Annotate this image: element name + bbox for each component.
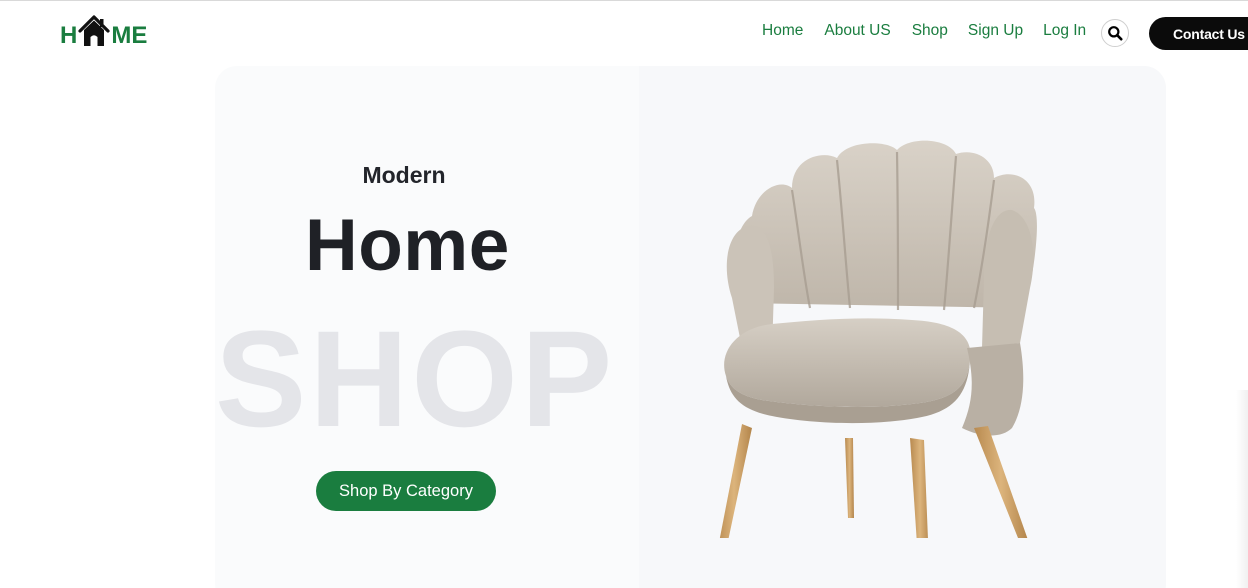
nav-log-in[interactable]: Log In xyxy=(1043,22,1086,40)
shop-by-category-button[interactable]: Shop By Category xyxy=(316,471,496,511)
hero-eyebrow: Modern xyxy=(362,162,446,188)
nav-sign-up[interactable]: Sign Up xyxy=(968,22,1023,40)
main-nav: Home About US Shop Sign Up Log In xyxy=(762,22,1086,40)
nav-shop[interactable]: Shop xyxy=(912,22,948,40)
contact-us-button[interactable]: Contact Us xyxy=(1149,17,1248,50)
site-logo[interactable]: H ME xyxy=(60,12,147,48)
page-edge-shadow xyxy=(1236,390,1248,588)
logo-right-letters: ME xyxy=(111,22,148,49)
armchair-image xyxy=(712,138,1052,538)
hero-banner: SHOP Modern Home Shop By Category xyxy=(215,66,1166,588)
top-border xyxy=(0,0,1248,1)
hero-backdrop-word: SHOP xyxy=(215,303,616,456)
logo-left-letter: H xyxy=(60,22,78,49)
nav-home[interactable]: Home xyxy=(762,22,803,40)
house-icon xyxy=(78,14,110,48)
search-icon xyxy=(1107,25,1123,41)
search-button[interactable] xyxy=(1101,19,1129,47)
hero-title: Home xyxy=(305,205,510,286)
nav-about-us[interactable]: About US xyxy=(824,22,890,40)
